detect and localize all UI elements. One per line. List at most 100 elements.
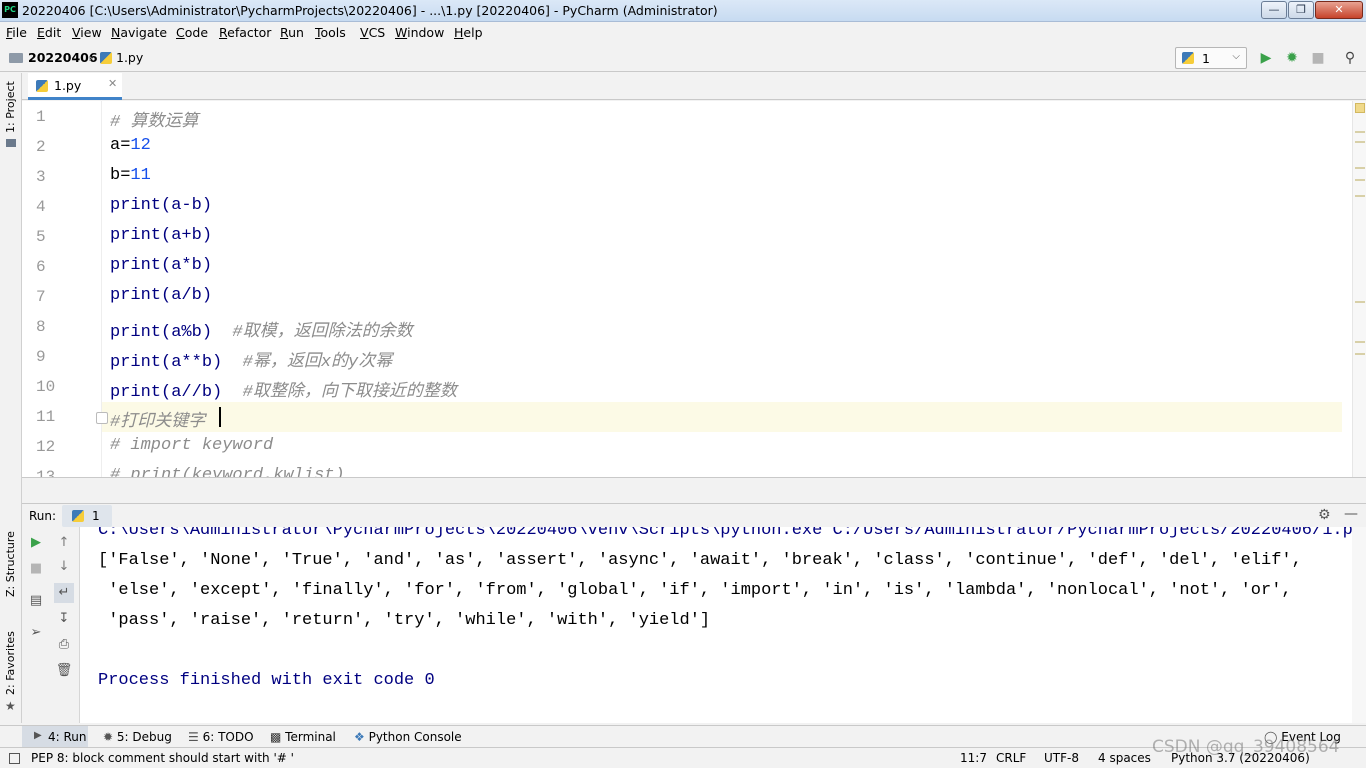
- code-line-8: print(a%b) #取模，返回除法的余数: [110, 323, 413, 342]
- error-stripe-mark[interactable]: [1355, 179, 1365, 181]
- code-line-4: print(a-b): [110, 196, 213, 215]
- code-line-5: print(a+b): [110, 226, 213, 245]
- menu-view[interactable]: View: [72, 25, 102, 40]
- console-output-line: ['False', 'None', 'True', 'and', 'as', '…: [98, 551, 1302, 570]
- python-run-icon: [72, 510, 84, 522]
- layout-icon[interactable]: ▤: [26, 591, 46, 611]
- window-title: 20220406 [C:\Users\Administrator\Pycharm…: [22, 3, 718, 18]
- error-stripe-mark[interactable]: [1355, 195, 1365, 197]
- soft-wrap-icon[interactable]: ↵: [54, 583, 74, 603]
- menu-window[interactable]: Window: [395, 25, 444, 40]
- menu-bar: File Edit View Navigate Code Refactor Ru…: [0, 22, 1366, 44]
- line-number: 11: [36, 408, 56, 426]
- rerun-icon[interactable]: ▶: [26, 533, 46, 553]
- code-line-7: print(a/b): [110, 286, 213, 305]
- list-icon: ☰: [188, 730, 199, 744]
- breadcrumb-file[interactable]: 1.py: [116, 50, 143, 65]
- error-stripe-mark[interactable]: [1355, 141, 1365, 143]
- maximize-button[interactable]: ❐: [1288, 1, 1314, 19]
- line-number: 5: [36, 228, 46, 246]
- line-separator[interactable]: CRLF: [996, 751, 1026, 765]
- status-toggle-icon[interactable]: [9, 753, 20, 764]
- tool-window-todo-button[interactable]: ☰ 6: TODO: [188, 730, 254, 744]
- menu-refactor[interactable]: Refactor: [219, 25, 271, 40]
- star-icon: ★: [5, 699, 16, 713]
- menu-help[interactable]: Help: [454, 25, 483, 40]
- tool-window-run-button[interactable]: ▶ 4: Run: [22, 726, 88, 747]
- project-folder-icon: [6, 139, 16, 147]
- python-file-icon: [36, 80, 48, 92]
- caret-position[interactable]: 11:7: [960, 751, 987, 765]
- run-tab-label: 1: [92, 509, 100, 523]
- code-line-3: b=11: [110, 166, 151, 185]
- menu-file[interactable]: File: [6, 25, 27, 40]
- run-configuration-select[interactable]: 1 ⌵: [1175, 47, 1247, 69]
- code-line-6: print(a*b): [110, 256, 213, 275]
- tool-window-debug-button[interactable]: ✹ 5: Debug: [103, 730, 172, 744]
- left-tool-stripe: 1: Project Z: Structure 2: Favorites ★: [0, 73, 22, 723]
- file-encoding[interactable]: UTF-8: [1044, 751, 1079, 765]
- favorites-tool-button[interactable]: 2: Favorites: [4, 631, 17, 695]
- code-line-12: # import keyword: [110, 436, 274, 455]
- editor-scrollbar[interactable]: [1352, 101, 1366, 477]
- code-editor[interactable]: 1 2 3 4 5 6 7 8 9 10 11 12 13 # 算数运算 a=1…: [22, 101, 1366, 478]
- tool-window-run-label: 4: Run: [48, 730, 87, 744]
- line-number: 8: [36, 318, 46, 336]
- tool-window-python-console-button[interactable]: ❖ Python Console: [354, 730, 462, 744]
- menu-vcs[interactable]: VCS: [360, 25, 385, 40]
- code-line-2: a=12: [110, 136, 151, 155]
- line-number: 6: [36, 258, 46, 276]
- run-console[interactable]: C:\Users\Administrator\PycharmProjects\2…: [80, 527, 1366, 723]
- error-stripe-mark[interactable]: [1355, 131, 1365, 133]
- hide-panel-icon[interactable]: —: [1344, 506, 1358, 522]
- minimize-button[interactable]: —: [1261, 1, 1287, 19]
- tab-label: 1.py: [54, 78, 82, 93]
- menu-code[interactable]: Code: [176, 25, 208, 40]
- console-exit-message: Process finished with exit code 0: [98, 671, 435, 690]
- close-button[interactable]: ✕: [1315, 1, 1363, 19]
- inspection-status-icon[interactable]: [1355, 103, 1365, 113]
- line-number: 1: [36, 108, 46, 126]
- stop-icon[interactable]: ■: [1309, 49, 1327, 67]
- indent-setting[interactable]: 4 spaces: [1098, 751, 1151, 765]
- line-number: 12: [36, 438, 56, 456]
- print-icon[interactable]: ⎙: [54, 635, 74, 655]
- error-stripe-mark[interactable]: [1355, 341, 1365, 343]
- navigation-bar: 20220406 › 1.py: [0, 44, 1366, 72]
- trash-icon[interactable]: 🗑: [54, 661, 74, 681]
- menu-navigate[interactable]: Navigate: [111, 25, 167, 40]
- menu-run[interactable]: Run: [280, 25, 304, 40]
- error-stripe-mark[interactable]: [1355, 353, 1365, 355]
- gear-icon[interactable]: ⚙: [1318, 507, 1331, 523]
- tab-1-py[interactable]: 1.py ✕: [28, 73, 122, 100]
- fold-marker-icon[interactable]: [96, 412, 108, 424]
- scroll-to-end-icon[interactable]: ↧: [54, 609, 74, 629]
- tool-window-terminal-button[interactable]: ▩ Terminal: [270, 730, 336, 744]
- python-config-icon: [1182, 52, 1194, 64]
- menu-tools[interactable]: Tools: [315, 25, 346, 40]
- menu-edit[interactable]: Edit: [37, 25, 61, 40]
- line-number: 13: [36, 468, 56, 478]
- run-tab-1[interactable]: 1: [62, 505, 112, 527]
- error-stripe-mark[interactable]: [1355, 167, 1365, 169]
- line-number: 9: [36, 348, 46, 366]
- line-number: 4: [36, 198, 46, 216]
- scroll-up-icon[interactable]: ↑: [54, 533, 74, 553]
- run-icon[interactable]: ▶: [1257, 49, 1275, 67]
- debug-bug-icon[interactable]: ✹: [1283, 49, 1301, 67]
- terminal-icon: ▩: [270, 730, 282, 744]
- stop-icon[interactable]: ■: [26, 559, 46, 579]
- search-icon[interactable]: ⚲: [1341, 49, 1359, 67]
- status-message: PEP 8: block comment should start with '…: [31, 751, 294, 765]
- scroll-down-icon[interactable]: ↓: [54, 557, 74, 577]
- project-tool-button[interactable]: 1: Project: [4, 81, 17, 133]
- error-stripe-mark[interactable]: [1355, 301, 1365, 303]
- run-panel-header: Run: 1 ⚙ —: [22, 503, 1366, 527]
- console-command-line: C:\Users\Administrator\PycharmProjects\2…: [98, 527, 1364, 540]
- breadcrumb-separator-icon: ›: [88, 50, 93, 65]
- structure-tool-button[interactable]: Z: Structure: [4, 531, 17, 597]
- console-scrollbar[interactable]: [1352, 527, 1366, 723]
- close-tab-icon[interactable]: ✕: [108, 77, 117, 90]
- console-output-line: 'else', 'except', 'finally', 'for', 'fro…: [98, 581, 1292, 600]
- pin-icon[interactable]: ➢: [26, 623, 46, 643]
